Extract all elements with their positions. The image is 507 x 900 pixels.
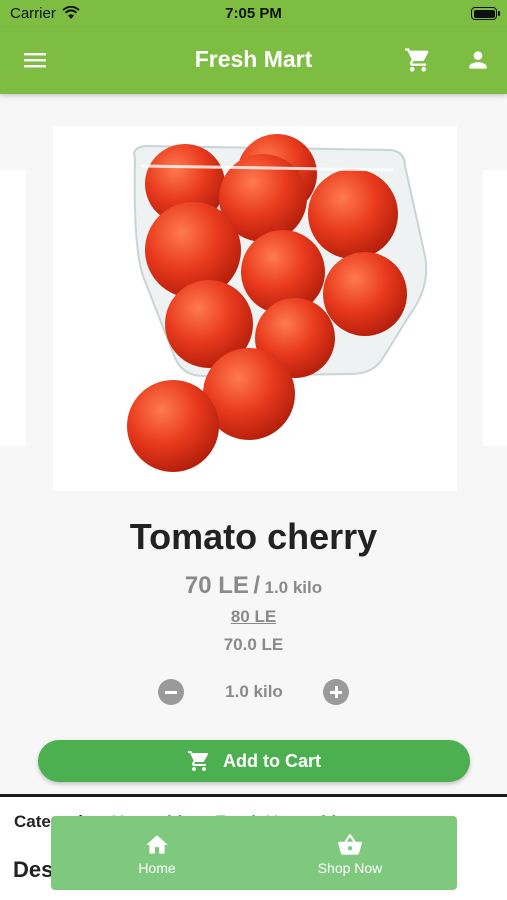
home-icon: [146, 835, 168, 854]
product-price: 70 LE: [184, 572, 249, 599]
quantity-value: 1.0 kilo: [225, 682, 283, 701]
account-button[interactable]: [463, 45, 493, 75]
battery-icon: [471, 7, 500, 20]
final-price: 70.0 LE: [223, 635, 284, 654]
nav-home-label: Home: [138, 860, 176, 876]
basket-icon: [338, 834, 362, 855]
status-time: 7:05 PM: [225, 5, 282, 22]
nav-home[interactable]: Home: [87, 816, 227, 890]
old-price: 80 LE: [230, 607, 277, 626]
nav-shop-now[interactable]: Shop Now: [280, 816, 420, 890]
add-to-cart-button[interactable]: Add to Cart: [38, 740, 470, 782]
product-name: Tomato cherry: [129, 516, 378, 557]
carousel-prev-card[interactable]: [0, 170, 26, 446]
product-image: [53, 126, 457, 491]
price-separator: /: [253, 572, 261, 599]
nav-shop-label: Shop Now: [317, 860, 383, 876]
carousel-next-card[interactable]: [483, 170, 507, 446]
minus-icon[interactable]: [158, 679, 184, 705]
plus-icon[interactable]: [323, 679, 349, 705]
cart-icon: [188, 751, 209, 771]
status-bar: Carrier 7:05 PM: [0, 0, 507, 28]
app-bar: Fresh Mart: [0, 28, 507, 94]
price-line: 70 LE / 1.0 kilo: [0, 572, 507, 600]
account-icon: [469, 51, 487, 69]
add-to-cart-label: Add to Cart: [223, 750, 321, 771]
product-unit: 1.0 kilo: [264, 578, 323, 597]
cart-button[interactable]: [403, 45, 433, 75]
cart-icon: [405, 48, 429, 72]
bottom-nav: Home Shop Now: [51, 816, 457, 890]
